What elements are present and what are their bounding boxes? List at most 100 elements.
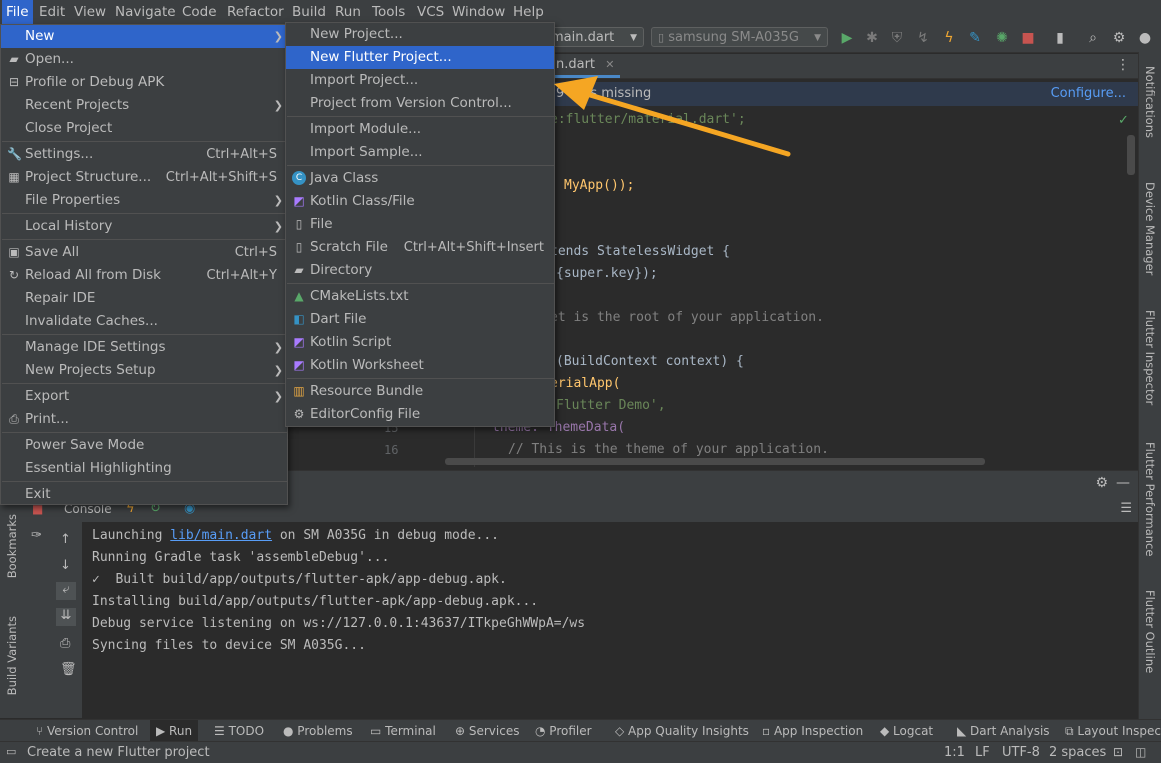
profiler-tool[interactable]: ◔ Profiler	[535, 720, 592, 742]
gear-icon[interactable]: ⚙	[1095, 475, 1108, 491]
menu-item-repair-ide[interactable]: Repair IDE	[1, 287, 287, 310]
flutter-inspector-tool[interactable]: Flutter Inspector	[1143, 310, 1157, 405]
menu-item-java-class[interactable]: C Java Class	[286, 167, 554, 190]
notifications-tool[interactable]: Notifications	[1143, 66, 1157, 138]
menu-item-open[interactable]: ▰ Open...	[1, 48, 287, 71]
file-encoding[interactable]: UTF-8	[1002, 745, 1040, 760]
logcat-tool[interactable]: ◆ Logcat	[880, 720, 933, 742]
more-icon[interactable]: ⋮	[1116, 57, 1130, 73]
menu-item-cmakelists[interactable]: ▲ CMakeLists.txt	[286, 285, 554, 308]
menu-item-scratch-file[interactable]: ▯ Scratch File Ctrl+Alt+Shift+Insert	[286, 236, 554, 259]
menu-item-file-properties[interactable]: File Properties ❯	[1, 189, 287, 212]
debug-icon[interactable]: ✱	[864, 30, 880, 46]
menu-item-manage-ide-settings[interactable]: Manage IDE Settings ❯	[1, 336, 287, 359]
menu-run[interactable]: Run	[331, 0, 365, 24]
app-quality-insights-tool[interactable]: ◇ App Quality Insights	[615, 720, 749, 742]
account-icon[interactable]: ●	[1137, 30, 1153, 46]
menu-item-power-save[interactable]: Power Save Mode	[1, 434, 287, 457]
menu-item-dart-file[interactable]: ◧ Dart File	[286, 308, 554, 331]
menu-item-essential-highlighting[interactable]: Essential Highlighting	[1, 457, 287, 480]
device-combo[interactable]: ▯ samsung SM-A035G ▼	[651, 27, 828, 47]
scroll-to-end-icon[interactable]: ⇊	[56, 608, 76, 626]
menu-code[interactable]: Code	[178, 0, 221, 24]
menu-tools[interactable]: Tools	[368, 0, 409, 24]
menu-item-import-project[interactable]: Import Project...	[286, 69, 554, 92]
menu-item-new-projects-setup[interactable]: New Projects Setup ❯	[1, 359, 287, 382]
build-variants-tool[interactable]: Build Variants	[5, 616, 19, 695]
search-icon[interactable]: ⌕	[1085, 30, 1101, 46]
menu-help[interactable]: Help	[509, 0, 548, 24]
menu-item-import-sample[interactable]: Import Sample...	[286, 141, 554, 164]
version-control-tool[interactable]: ⑂ Version Control	[36, 720, 138, 742]
stop-icon[interactable]: ■	[1020, 30, 1036, 46]
sync-gradle-icon[interactable]: ✺	[994, 30, 1010, 46]
menu-view[interactable]: View	[70, 0, 110, 24]
soft-wrap-icon[interactable]: ⤶	[56, 582, 76, 600]
app-inspection-tool[interactable]: ▫ App Inspection	[762, 720, 863, 742]
flutter-performance-tool[interactable]: Flutter Performance	[1143, 442, 1157, 556]
run-config-combo[interactable]: main.dart ▼	[544, 27, 644, 47]
main-dart-link[interactable]: lib/main.dart	[170, 528, 272, 543]
horizontal-scrollbar[interactable]	[445, 458, 985, 465]
apply-code-changes-icon[interactable]: ✎	[967, 30, 983, 46]
layout-inspector-tool[interactable]: ⧉ Layout Inspector	[1065, 720, 1161, 742]
menu-item-new[interactable]: New ❯	[1, 25, 287, 48]
menu-item-print[interactable]: ⎙ Print...	[1, 408, 287, 431]
menu-item-settings[interactable]: 🔧 Settings... Ctrl+Alt+S	[1, 143, 287, 166]
menu-navigate[interactable]: Navigate	[111, 0, 180, 24]
menu-item-profile-apk[interactable]: ⊟ Profile or Debug APK	[1, 71, 287, 94]
lock-icon[interactable]: ⊡	[1113, 745, 1123, 759]
menu-item-editorconfig[interactable]: ⚙ EditorConfig File	[286, 403, 554, 426]
trash-icon[interactable]: 🗑	[60, 662, 77, 677]
menu-item-local-history[interactable]: Local History ❯	[1, 215, 287, 238]
memory-icon[interactable]: ◫	[1135, 745, 1146, 759]
menu-item-new-flutter-project[interactable]: New Flutter Project...	[286, 46, 554, 69]
bookmarks-tool[interactable]: Bookmarks	[5, 514, 19, 578]
menu-item-save-all[interactable]: ▣ Save All Ctrl+S	[1, 241, 287, 264]
print-icon[interactable]: ⎙	[60, 636, 70, 651]
menu-item-directory[interactable]: ▰ Directory	[286, 259, 554, 282]
menu-item-export[interactable]: Export ❯	[1, 385, 287, 408]
menu-item-resource-bundle[interactable]: ▥ Resource Bundle	[286, 380, 554, 403]
device-mirror-icon[interactable]: ▮	[1052, 30, 1068, 46]
attach-debugger-icon[interactable]: ⛨	[889, 30, 905, 46]
menu-item-project-from-vcs[interactable]: Project from Version Control...	[286, 92, 554, 115]
apply-changes-icon[interactable]: ϟ	[941, 30, 957, 46]
run-icon[interactable]: ▶	[839, 30, 855, 46]
menu-item-kotlin-class[interactable]: ◩ Kotlin Class/File	[286, 190, 554, 213]
todo-tool[interactable]: ☰ TODO	[214, 720, 264, 742]
menu-refactor[interactable]: Refactor	[223, 0, 288, 24]
pin-icon[interactable]: ✑	[31, 528, 42, 543]
menu-window[interactable]: Window	[448, 0, 509, 24]
menu-item-new-project[interactable]: New Project...	[286, 23, 554, 46]
flutter-outline-tool[interactable]: Flutter Outline	[1143, 590, 1157, 673]
menu-item-reload[interactable]: ↻ Reload All from Disk Ctrl+Alt+Y	[1, 264, 287, 287]
down-arrow-icon[interactable]: ↓	[60, 558, 71, 573]
layout-icon[interactable]: ☰	[1120, 501, 1132, 516]
up-arrow-icon[interactable]: ↑	[60, 532, 71, 547]
menu-item-recent-projects[interactable]: Recent Projects ❯	[1, 94, 287, 117]
menu-build[interactable]: Build	[288, 0, 330, 24]
problems-tool[interactable]: ● Problems	[283, 720, 353, 742]
services-tool[interactable]: ⊕ Services	[455, 720, 519, 742]
menu-vcs[interactable]: VCS	[413, 0, 448, 24]
menu-file[interactable]: File	[2, 0, 33, 24]
menu-item-file[interactable]: ▯ File	[286, 213, 554, 236]
console-output[interactable]: Launching lib/main.dart on SM A035G in d…	[82, 522, 1138, 718]
menu-item-kotlin-worksheet[interactable]: ◩ Kotlin Worksheet	[286, 354, 554, 377]
menu-item-exit[interactable]: Exit	[1, 483, 287, 506]
terminal-tool[interactable]: ▭ Terminal	[370, 720, 436, 742]
caret-position[interactable]: 1:1	[944, 745, 965, 760]
configure-link[interactable]: Configure...	[1051, 86, 1126, 101]
device-manager-tool[interactable]: Device Manager	[1143, 182, 1157, 275]
menu-item-import-module[interactable]: Import Module...	[286, 118, 554, 141]
minimize-icon[interactable]: —	[1116, 475, 1130, 491]
indent-setting[interactable]: 2 spaces	[1049, 745, 1106, 760]
status-toggle-icon[interactable]: ▭	[6, 745, 16, 758]
menu-item-project-structure[interactable]: ▦ Project Structure... Ctrl+Alt+Shift+S	[1, 166, 287, 189]
menu-item-invalidate-caches[interactable]: Invalidate Caches...	[1, 310, 287, 333]
line-separator[interactable]: LF	[975, 745, 990, 760]
dart-analysis-tool[interactable]: ◣ Dart Analysis	[957, 720, 1050, 742]
run-tool[interactable]: ▶ Run	[150, 720, 199, 742]
gear-icon[interactable]: ⚙	[1111, 30, 1127, 46]
